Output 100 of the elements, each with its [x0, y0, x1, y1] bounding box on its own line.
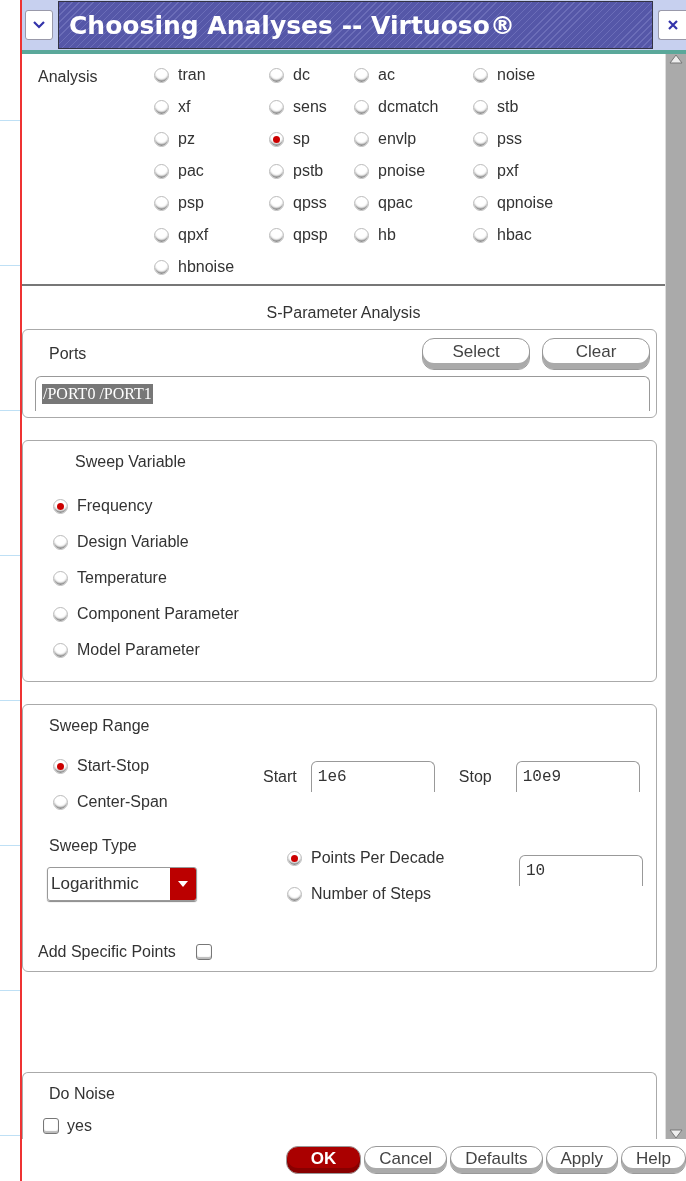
sweep-type-option[interactable]: Number of Steps — [287, 885, 519, 903]
radio-button[interactable] — [53, 758, 68, 774]
analysis-option[interactable]: dcmatch — [354, 98, 473, 116]
stop-field[interactable]: 10e9 — [515, 761, 640, 792]
group-title: Sweep Variable — [74, 453, 187, 471]
down-arrow-icon — [669, 1129, 683, 1139]
close-icon — [667, 20, 678, 30]
radio-button[interactable] — [269, 163, 284, 179]
radio-button[interactable] — [473, 131, 488, 147]
group-title: Sweep Range — [48, 717, 151, 735]
radio-button[interactable] — [287, 850, 302, 866]
close-button[interactable] — [658, 10, 686, 40]
scrollbar[interactable] — [665, 54, 686, 1139]
ports-button[interactable]: Select — [422, 338, 530, 370]
dialog-button[interactable]: Help — [621, 1146, 686, 1174]
radio-button[interactable] — [473, 99, 488, 115]
analysis-option[interactable]: xf — [154, 98, 269, 116]
radio-button[interactable] — [354, 99, 369, 115]
analysis-option[interactable]: pnoise — [354, 162, 473, 180]
radio-button[interactable] — [53, 534, 68, 550]
sweep-type-label: Sweep Type — [48, 837, 138, 855]
analysis-option[interactable]: qpss — [269, 194, 354, 212]
analysis-option[interactable]: pac — [154, 162, 269, 180]
analysis-option[interactable]: hbnoise — [154, 258, 269, 276]
ports-button[interactable]: Clear — [542, 338, 650, 370]
sweep-variable-option[interactable]: Frequency — [53, 497, 640, 515]
radio-button[interactable] — [473, 195, 488, 211]
stop-label: Stop — [458, 767, 492, 786]
sweep-variable-option[interactable]: Design Variable — [53, 533, 640, 551]
start-label: Start — [263, 767, 297, 786]
analysis-option[interactable]: envlp — [354, 130, 473, 148]
radio-button[interactable] — [154, 67, 169, 83]
analysis-option[interactable]: hb — [354, 226, 473, 244]
radio-button[interactable] — [354, 67, 369, 83]
analysis-label: Analysis — [38, 67, 99, 87]
dialog-button[interactable]: Cancel — [364, 1146, 448, 1174]
radio-button[interactable] — [269, 131, 284, 147]
radio-button[interactable] — [53, 570, 68, 586]
checkbox[interactable] — [43, 1118, 59, 1134]
radio-button[interactable] — [53, 642, 68, 658]
radio-button[interactable] — [53, 498, 68, 514]
radio-button[interactable] — [473, 163, 488, 179]
radio-button[interactable] — [53, 606, 68, 622]
checkbox[interactable] — [195, 944, 212, 960]
analysis-option[interactable]: qpxf — [154, 226, 269, 244]
radio-button[interactable] — [269, 99, 284, 115]
checkbox-label: yes — [67, 1117, 92, 1135]
dialog-button[interactable]: OK — [285, 1146, 362, 1174]
analysis-option[interactable]: qpsp — [269, 226, 354, 244]
analysis-option[interactable]: qpnoise — [473, 194, 583, 212]
sweep-variable-option[interactable]: Model Parameter — [53, 641, 640, 659]
dialog-button[interactable]: Apply — [545, 1146, 619, 1174]
radio-button[interactable] — [269, 195, 284, 211]
sweep-type-dropdown[interactable]: Logarithmic — [47, 867, 197, 901]
analysis-option[interactable]: psp — [154, 194, 269, 212]
radio-button[interactable] — [354, 163, 369, 179]
radio-button[interactable] — [354, 227, 369, 243]
caret-icon — [178, 881, 188, 887]
radio-button[interactable] — [53, 794, 68, 810]
radio-button[interactable] — [473, 227, 488, 243]
radio-button[interactable] — [154, 163, 169, 179]
analysis-option[interactable]: pss — [473, 130, 583, 148]
radio-button[interactable] — [354, 195, 369, 211]
radio-button[interactable] — [154, 259, 169, 275]
group-title: Do Noise — [48, 1085, 116, 1103]
analysis-option[interactable]: sp — [269, 130, 354, 148]
radio-button[interactable] — [154, 131, 169, 147]
sweep-variable-option[interactable]: Temperature — [53, 569, 640, 587]
sweep-range-option[interactable]: Start-Stop — [53, 757, 263, 775]
up-arrow-icon — [669, 54, 683, 64]
analysis-option[interactable]: ac — [354, 66, 473, 84]
analysis-option[interactable]: tran — [154, 66, 269, 84]
analysis-option[interactable]: pxf — [473, 162, 583, 180]
sweep-range-option[interactable]: Center-Span — [53, 793, 263, 811]
window-menu-button[interactable] — [25, 10, 53, 40]
radio-button[interactable] — [154, 195, 169, 211]
add-specific-points-label: Add Specific Points — [38, 943, 176, 961]
points-field[interactable]: 10 — [519, 855, 643, 886]
analysis-option[interactable]: pz — [154, 130, 269, 148]
start-field[interactable]: 1e6 — [310, 761, 435, 792]
radio-button[interactable] — [154, 99, 169, 115]
radio-button[interactable] — [154, 227, 169, 243]
analysis-option[interactable]: hbac — [473, 226, 583, 244]
analysis-option[interactable]: qpac — [354, 194, 473, 212]
analysis-option[interactable]: dc — [269, 66, 354, 84]
radio-button[interactable] — [354, 131, 369, 147]
radio-button[interactable] — [269, 227, 284, 243]
sweep-type-option[interactable]: Points Per Decade — [287, 849, 519, 867]
radio-button[interactable] — [269, 67, 284, 83]
dialog-button[interactable]: Defaults — [450, 1146, 543, 1174]
radio-button[interactable] — [287, 886, 302, 902]
sweep-variable-option[interactable]: Component Parameter — [53, 605, 640, 623]
analysis-option[interactable]: noise — [473, 66, 583, 84]
ports-label: Ports — [48, 345, 87, 363]
analysis-option[interactable]: pstb — [269, 162, 354, 180]
analysis-option[interactable]: sens — [269, 98, 354, 116]
radio-button[interactable] — [473, 67, 488, 83]
window-title: Choosing Analyses -- Virtuoso® — [68, 10, 515, 40]
analysis-option[interactable]: stb — [473, 98, 583, 116]
ports-field[interactable]: /PORT0 /PORT1 — [35, 376, 650, 411]
